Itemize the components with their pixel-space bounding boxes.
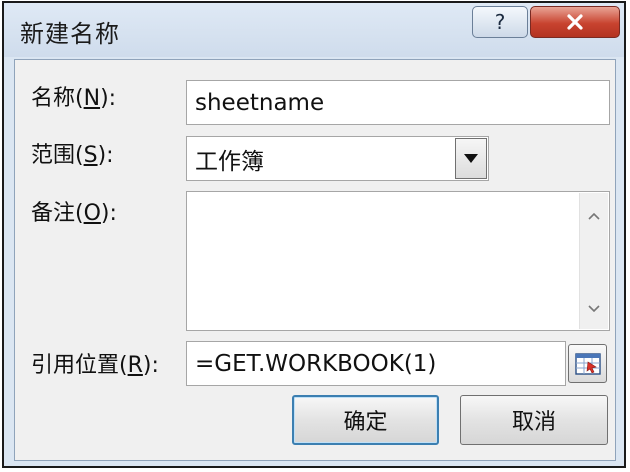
collapse-dialog-icon (574, 352, 601, 375)
name-label: 名称(N): (31, 86, 117, 111)
name-input[interactable]: sheetname (186, 80, 610, 125)
comment-scrollbar[interactable] (579, 193, 608, 329)
help-button[interactable]: ? (472, 6, 528, 38)
name-value: sheetname (195, 89, 325, 116)
refers-to-value: =GET.WORKBOOK(1) (195, 350, 437, 377)
close-button[interactable] (530, 6, 620, 38)
ok-button[interactable]: 确定 (292, 395, 439, 445)
scope-label: 范围(S): (31, 143, 114, 168)
refers-to-input[interactable]: =GET.WORKBOOK(1) (186, 341, 566, 386)
comment-textarea[interactable] (186, 191, 610, 331)
scroll-up-icon (588, 212, 600, 220)
cancel-button[interactable]: 取消 (460, 395, 608, 445)
scope-dropdown-button[interactable] (455, 138, 487, 179)
help-icon: ? (494, 10, 506, 34)
dialog-body: 名称(N): sheetname 范围(S): 工作簿 备注(O): 引用位置(… (14, 59, 616, 461)
scroll-up-button[interactable] (588, 211, 600, 221)
ok-button-label: 确定 (343, 410, 388, 435)
scroll-down-button[interactable] (588, 303, 600, 313)
collapse-dialog-button[interactable] (568, 344, 607, 383)
cancel-button-label: 取消 (511, 410, 556, 435)
scroll-down-icon (588, 304, 600, 312)
new-name-dialog: 新建名称 ? 名称(N): sheetname 范围(S): 工作簿 备注(O)… (2, 1, 626, 468)
close-icon (567, 14, 583, 30)
refers-to-label: 引用位置(R): (31, 353, 159, 378)
scope-select[interactable]: 工作簿 (186, 136, 489, 181)
chevron-down-icon (464, 154, 478, 163)
comment-label: 备注(O): (31, 201, 117, 226)
dialog-title: 新建名称 (20, 20, 120, 48)
title-bar[interactable]: 新建名称 ? (4, 3, 624, 57)
scope-value: 工作簿 (195, 148, 264, 175)
